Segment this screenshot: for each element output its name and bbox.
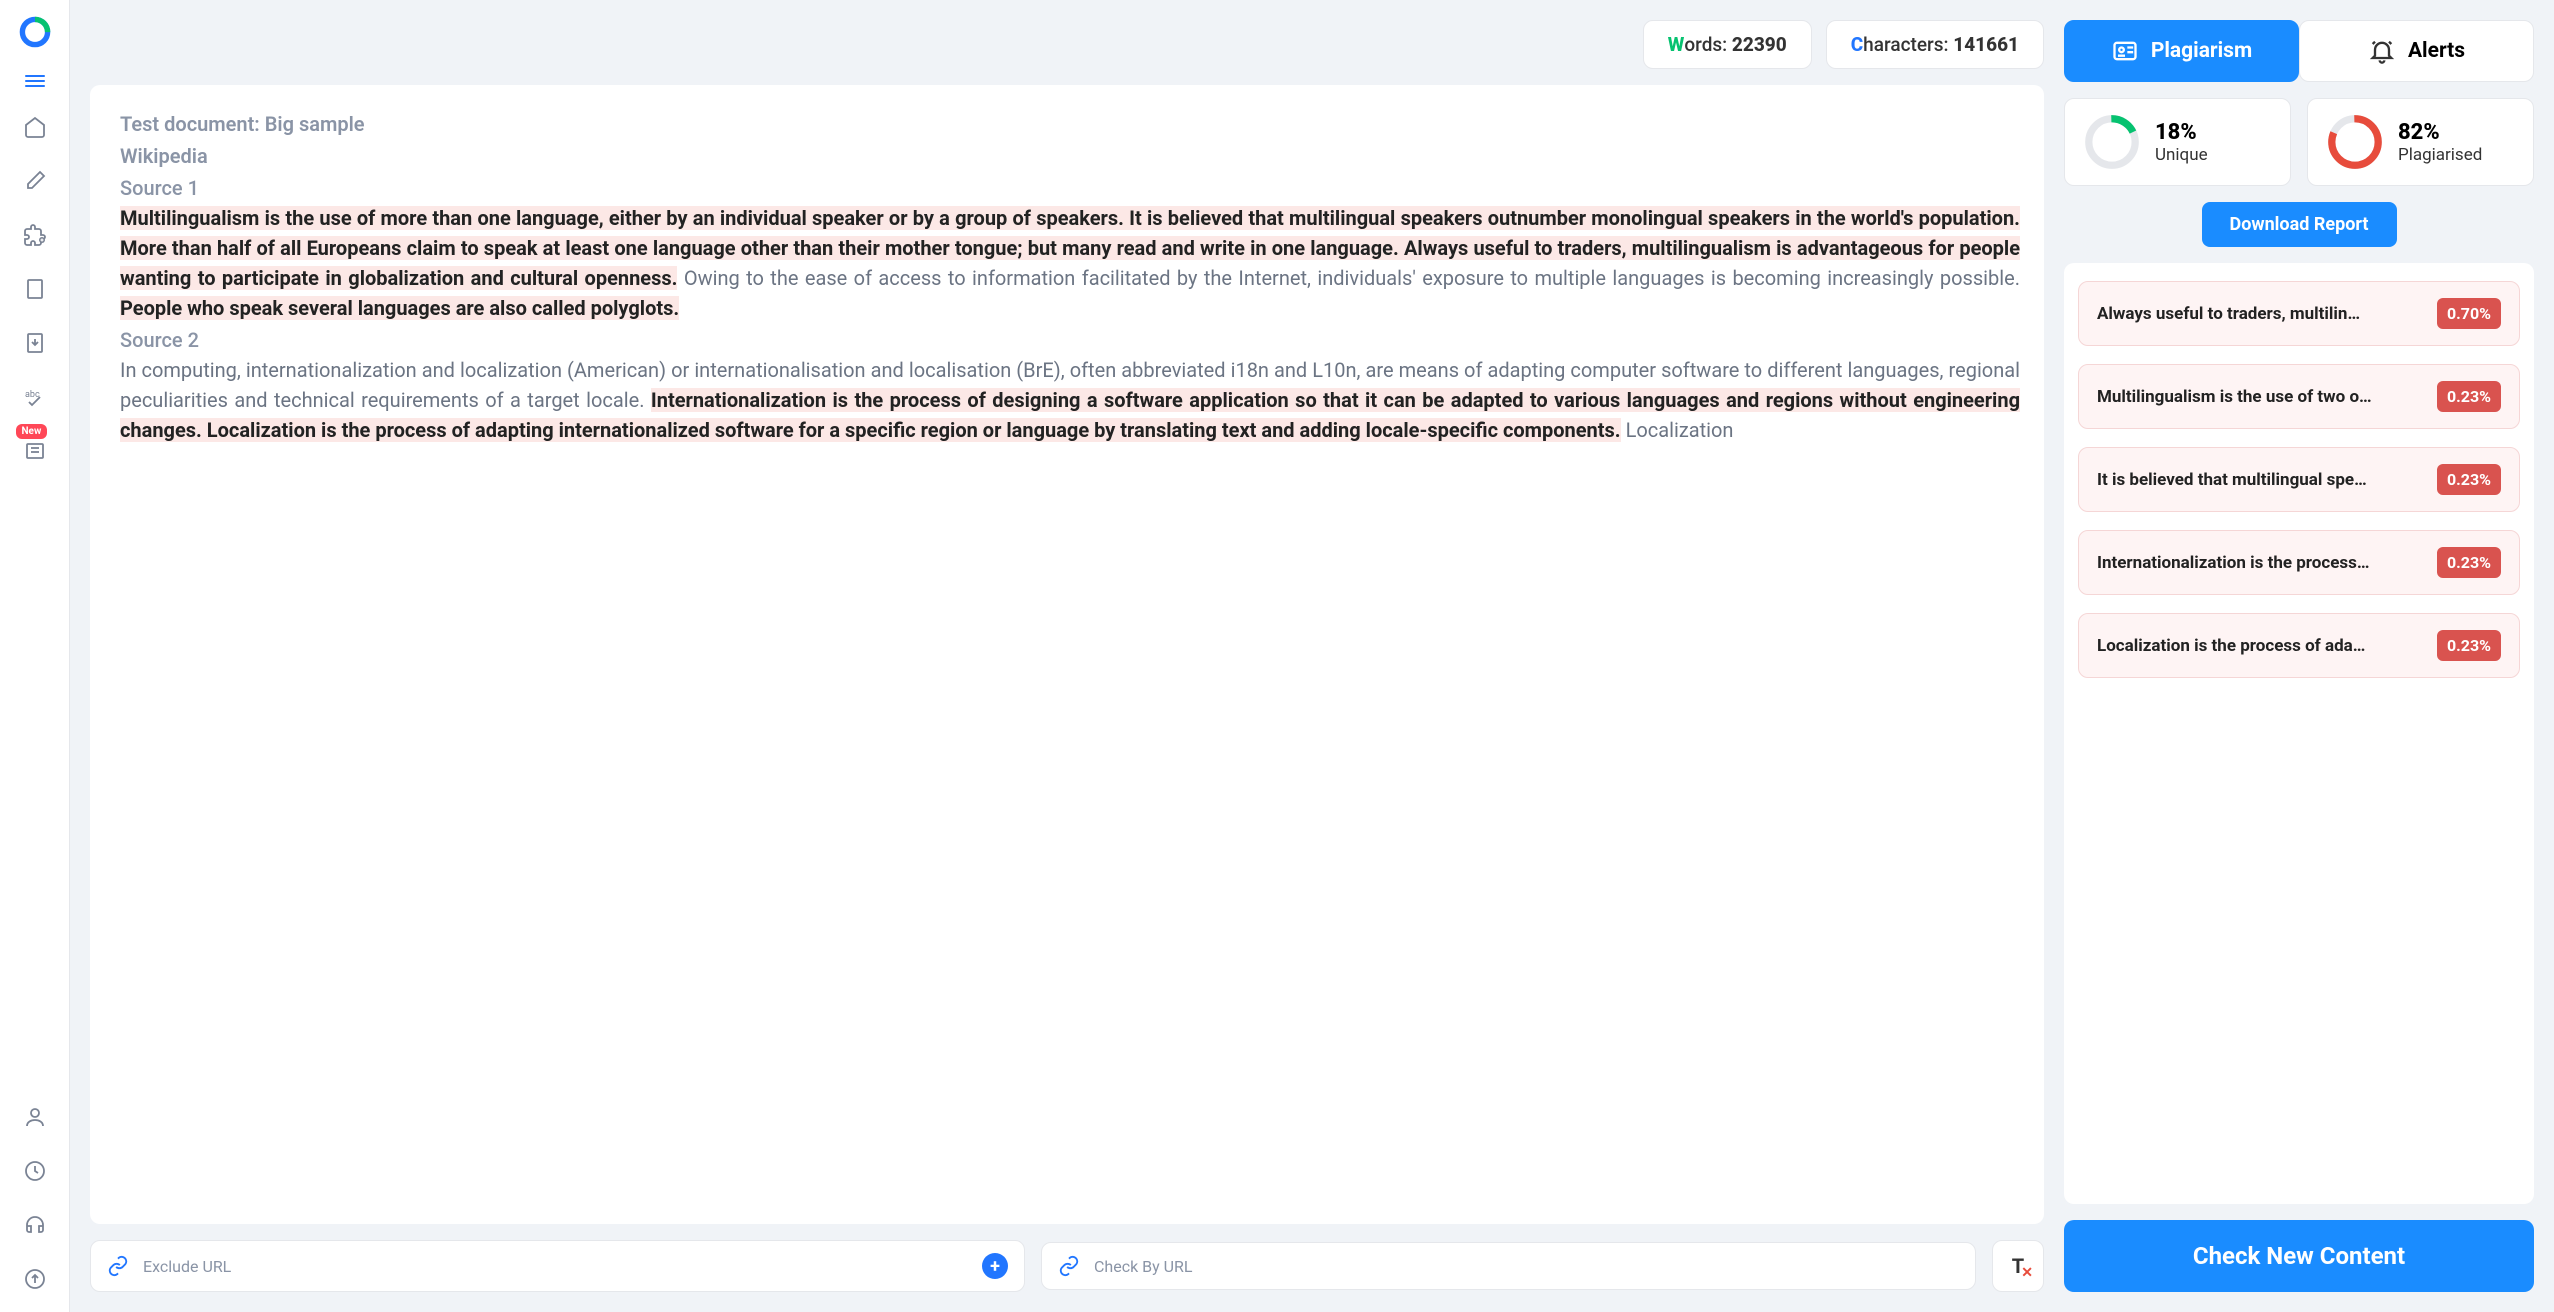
support-icon[interactable]: [22, 1212, 48, 1238]
add-exclude-button[interactable]: +: [982, 1253, 1008, 1279]
plagiarised-score: 82% Plagiarised: [2307, 98, 2534, 186]
result-item[interactable]: It is believed that multilingual spe… 0.…: [2078, 447, 2520, 512]
plag-donut-icon: [2326, 113, 2384, 171]
extension-icon[interactable]: [22, 222, 48, 248]
spellcheck-icon[interactable]: abc: [22, 384, 48, 410]
download-report-button[interactable]: Download Report: [2202, 202, 2397, 247]
history-icon[interactable]: [22, 1158, 48, 1184]
main-content: Words: 22390 Characters: 141661 Test doc…: [70, 0, 2554, 1312]
word-count: Words: 22390: [1643, 20, 1812, 69]
editor[interactable]: Test document: Big sample Wikipedia Sour…: [90, 85, 2044, 1224]
result-item[interactable]: Localization is the process of ada… 0.23…: [2078, 613, 2520, 678]
home-icon[interactable]: [22, 114, 48, 140]
check-url-field[interactable]: [1041, 1242, 1976, 1290]
file-download-icon[interactable]: [22, 330, 48, 356]
paragraph-1: Multilingualism is the use of more than …: [120, 203, 2020, 323]
menu-toggle-icon[interactable]: [25, 72, 45, 90]
link-icon: [107, 1255, 129, 1277]
tab-plagiarism[interactable]: Plagiarism: [2064, 20, 2299, 82]
score-cards: 18% Unique 82% Plagiarised: [2064, 98, 2534, 186]
char-count: Characters: 141661: [1826, 20, 2044, 69]
unique-donut-icon: [2083, 113, 2141, 171]
result-item[interactable]: Always useful to traders, multilin… 0.70…: [2078, 281, 2520, 346]
tab-alerts[interactable]: Alerts: [2299, 20, 2534, 82]
bottom-bar: + T✕: [90, 1240, 2044, 1292]
clear-formatting-button[interactable]: T✕: [1992, 1240, 2044, 1292]
sidebar: abc New: [0, 0, 70, 1312]
source-label: Source 1: [120, 173, 2020, 203]
unique-score: 18% Unique: [2064, 98, 2291, 186]
document-icon[interactable]: [22, 276, 48, 302]
doc-subtitle: Wikipedia: [120, 141, 2020, 171]
results-list: Always useful to traders, multilin… 0.70…: [2064, 263, 2534, 1204]
link-icon: [1058, 1255, 1080, 1277]
result-item[interactable]: Multilingualism is the use of two o… 0.2…: [2078, 364, 2520, 429]
id-card-icon: [2111, 37, 2139, 65]
left-panel: Words: 22390 Characters: 141661 Test doc…: [90, 20, 2044, 1292]
upload-icon[interactable]: [22, 1266, 48, 1292]
news-icon[interactable]: New: [22, 438, 48, 464]
check-new-content-button[interactable]: Check New Content: [2064, 1220, 2534, 1292]
exclude-url-field[interactable]: +: [90, 1240, 1025, 1292]
logo: [15, 12, 55, 52]
user-icon[interactable]: [22, 1104, 48, 1130]
right-panel: Plagiarism Alerts 18% Unique: [2064, 20, 2534, 1292]
edit-icon[interactable]: [22, 168, 48, 194]
new-badge: New: [16, 424, 48, 439]
check-url-input[interactable]: [1094, 1257, 1959, 1276]
stats-bar: Words: 22390 Characters: 141661: [90, 20, 2044, 69]
paragraph-2: In computing, internationalization and l…: [120, 355, 2020, 445]
tabs: Plagiarism Alerts: [2064, 20, 2534, 82]
doc-title: Test document: Big sample: [120, 109, 2020, 139]
source-label-2: Source 2: [120, 325, 2020, 355]
bell-icon: [2368, 37, 2396, 65]
result-item[interactable]: Internationalization is the process… 0.2…: [2078, 530, 2520, 595]
exclude-url-input[interactable]: [143, 1257, 968, 1276]
